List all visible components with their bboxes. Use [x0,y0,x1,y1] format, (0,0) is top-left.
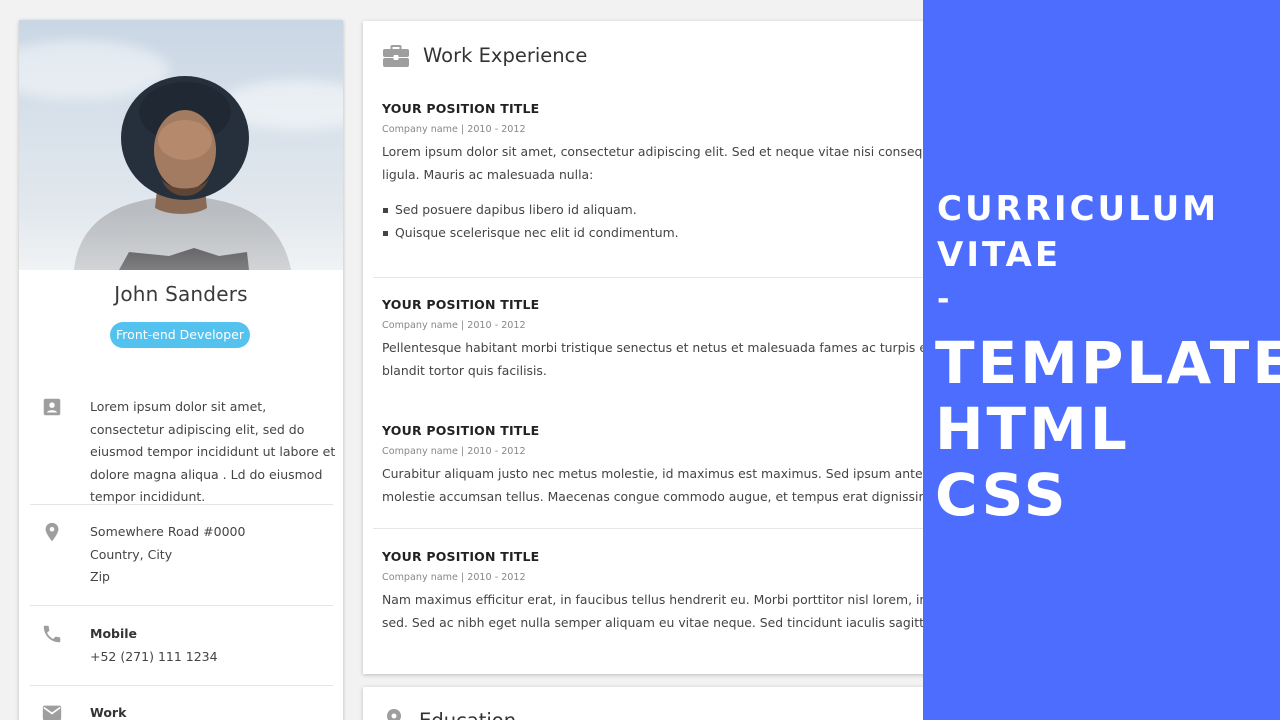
mobile-label: Mobile [90,626,138,641]
profile-name: John Sanders [114,282,248,306]
list-item: Sed posuere dapibus libero id aliquam. [382,199,942,222]
banner-dash: - [937,282,950,317]
job-company: Company name | 2010 - 2012 [382,446,526,457]
banner-line-template: TEMPLATE [935,329,1280,397]
address-line: Country, City [90,546,173,562]
address-text: Somewhere Road #0000 Country, City Zip [90,521,338,589]
address-line: Somewhere Road #0000 [90,524,246,539]
banner-line-curriculum: CURRICULUM [937,189,1220,229]
job-bullet-list: Sed posuere dapibus libero id aliquam. Q… [382,199,942,244]
address-line: Zip [90,569,110,585]
work-label: Work [90,705,127,720]
education-header: Education [382,707,516,720]
work-experience-title: Work Experience [423,43,588,67]
banner-line-css: CSS [935,461,1069,529]
contact-card-icon [43,398,61,416]
work-experience-card: Work Experience YOUR POSITION TITLE Comp… [363,21,943,674]
location-pin-icon [45,522,59,542]
job-entry: YOUR POSITION TITLE Company name | 2010 … [382,101,943,244]
job-position: YOUR POSITION TITLE [382,101,540,116]
job-entry: YOUR POSITION TITLE Company name | 2010 … [382,423,943,508]
education-card: Education [363,687,943,720]
job-position: YOUR POSITION TITLE [382,423,540,438]
profile-card: John Sanders Front-end Developer Lorem i… [19,20,343,720]
divider [373,277,943,278]
email-icon [42,705,62,720]
job-description-line: blandit tortor quis facilisis. [382,362,547,378]
work-email-text: Work [90,702,338,720]
divider [373,528,943,529]
job-description-line: Pellentesque habitant morbi tristique se… [382,340,943,355]
job-description-line: Nam maximus efficitur erat, in faucibus … [382,592,943,607]
job-position: YOUR POSITION TITLE [382,549,540,564]
education-title: Education [419,708,517,720]
briefcase-icon [383,45,409,67]
work-experience-header: Work Experience [382,41,587,69]
job-description-line: Lorem ipsum dolor sit amet, consectetur … [382,144,943,159]
job-company: Company name | 2010 - 2012 [382,320,526,331]
job-entry: YOUR POSITION TITLE Company name | 2010 … [382,549,943,634]
job-entry: YOUR POSITION TITLE Company name | 2010 … [382,297,943,382]
job-description-line: Curabitur aliquam justo nec metus molest… [382,466,943,481]
job-description-line: molestie accumsan tellus. Maecenas congu… [382,488,943,504]
list-item: Quisque scelerisque nec elit id condimen… [382,222,942,245]
job-position: YOUR POSITION TITLE [382,297,540,312]
job-company: Company name | 2010 - 2012 [382,124,526,135]
job-description-line: sed. Sed ac nibh eget nulla semper aliqu… [382,614,943,630]
profile-photo [19,20,343,270]
title-banner: CURRICULUM VITAE - TEMPLATE HTML CSS [923,0,1280,720]
phone-icon [43,625,61,643]
banner-line-html: HTML [935,395,1130,463]
divider [30,504,333,505]
location-pin-icon [387,709,401,720]
job-company: Company name | 2010 - 2012 [382,572,526,583]
role-badge: Front-end Developer [110,322,250,348]
divider [30,605,333,606]
about-text: Lorem ipsum dolor sit amet, consectetur … [90,399,336,505]
mobile-text: Mobile +52 (271) 111 1234 [90,623,338,668]
job-description-line: ligula. Mauris ac malesuada nulla: [382,166,594,182]
divider [30,685,333,686]
banner-line-vitae: VITAE [937,235,1062,275]
mobile-number[interactable]: +52 (271) 111 1234 [90,646,338,669]
